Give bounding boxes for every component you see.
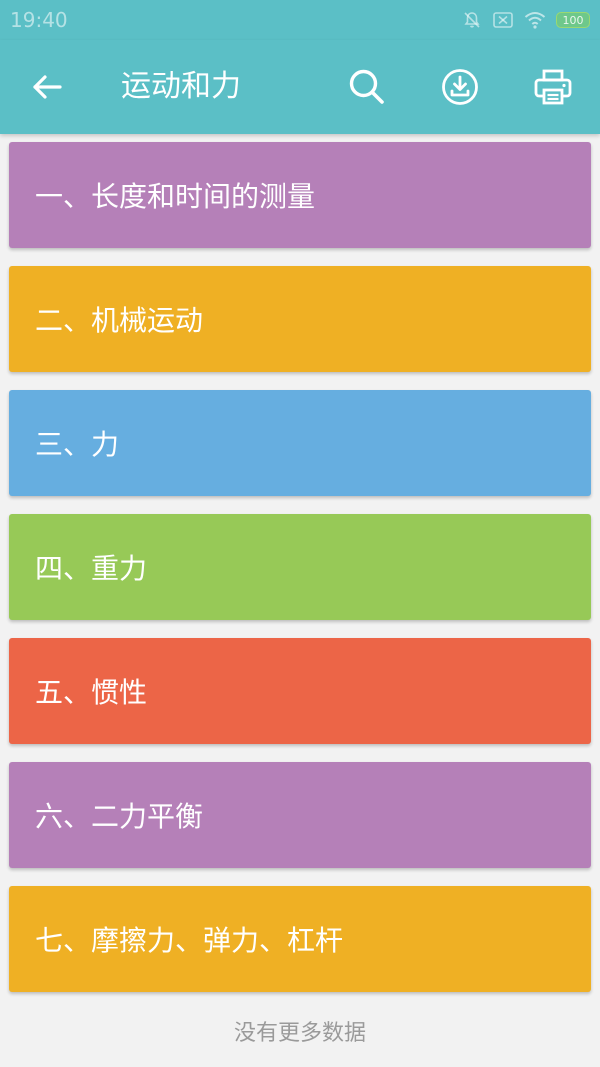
back-arrow-icon <box>33 75 62 99</box>
list-item[interactable]: 六、二力平衡 <box>9 762 591 868</box>
page-title: 运动和力 <box>121 69 241 104</box>
status-icons: 100 <box>462 10 590 30</box>
no-more-data-text: 没有更多数据 <box>233 1021 366 1046</box>
search-icon <box>349 69 384 104</box>
wifi-icon <box>524 11 546 29</box>
list-item-label: 六、二力平衡 <box>35 800 204 833</box>
mute-notification-icon <box>462 10 482 30</box>
download-button[interactable] <box>440 67 480 107</box>
list-item-label: 七、摩擦力、弹力、杠杆 <box>35 924 344 957</box>
list-item-label: 三、力 <box>35 428 120 461</box>
print-button[interactable] <box>533 67 573 107</box>
list-item-label: 二、机械运动 <box>35 304 204 337</box>
list-item-label: 四、重力 <box>35 552 148 585</box>
list-item[interactable]: 四、重力 <box>9 514 591 620</box>
chapter-list: 一、长度和时间的测量 二、机械运动 三、力 四、重力 五、惯性 六、二力平衡 七… <box>9 142 591 1010</box>
list-item-label: 五、惯性 <box>35 676 148 709</box>
list-item[interactable]: 五、惯性 <box>9 638 591 744</box>
status-time: 19:40 <box>10 8 68 32</box>
status-bar: 19:40 100 <box>0 0 600 40</box>
download-icon <box>442 69 478 105</box>
sim-off-icon <box>492 11 514 29</box>
list-item[interactable]: 一、长度和时间的测量 <box>9 142 591 248</box>
battery-indicator: 100 <box>556 12 590 28</box>
list-item[interactable]: 七、摩擦力、弹力、杠杆 <box>9 886 591 992</box>
search-button[interactable] <box>347 67 387 107</box>
list-item[interactable]: 二、机械运动 <box>9 266 591 372</box>
app-bar: 运动和力 <box>0 40 600 134</box>
list-item-label: 一、长度和时间的测量 <box>35 180 316 213</box>
print-icon <box>534 69 572 105</box>
back-button[interactable] <box>30 70 64 104</box>
list-item[interactable]: 三、力 <box>9 390 591 496</box>
